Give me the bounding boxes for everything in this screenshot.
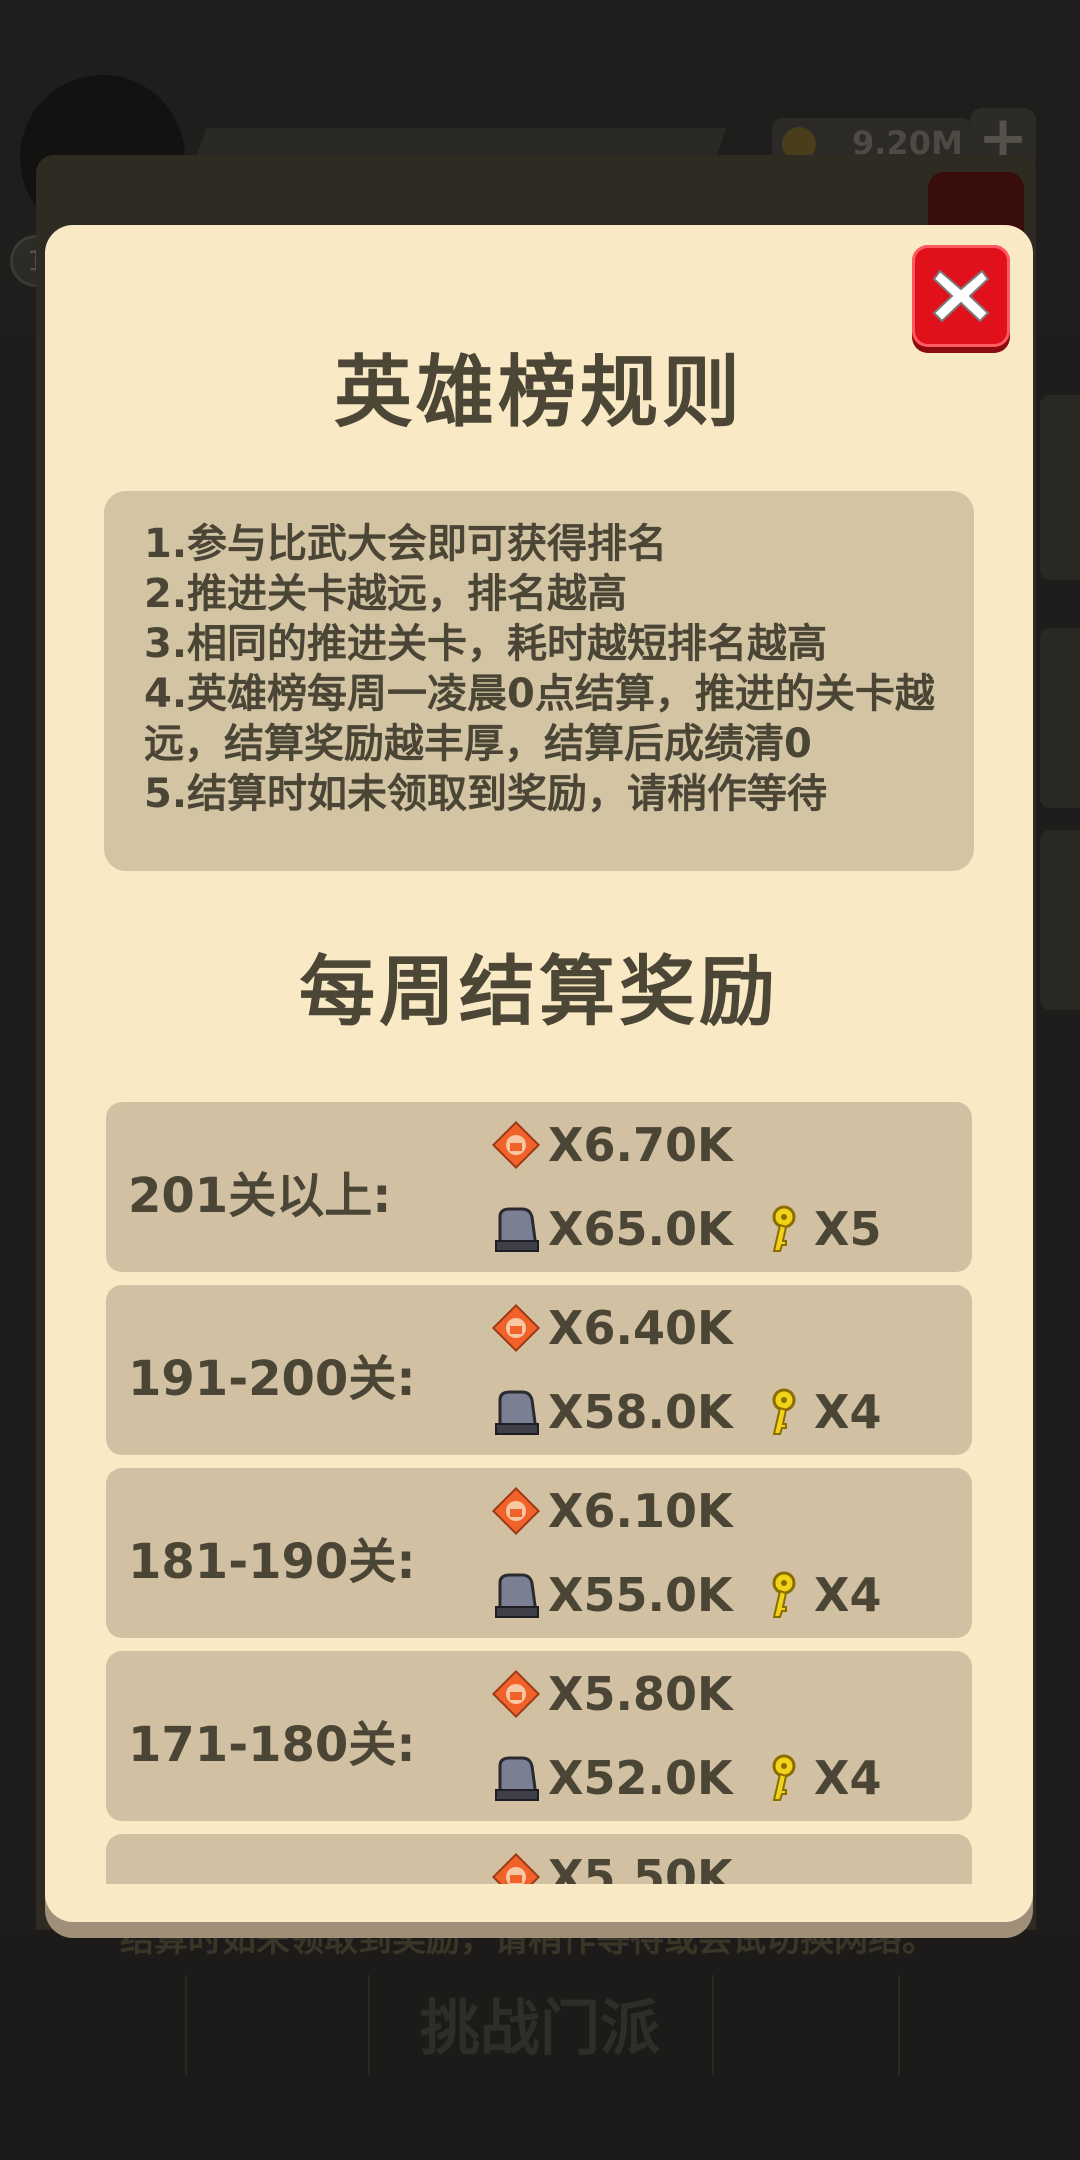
medal-amount: X6.40K [548, 1301, 733, 1355]
stone-amount: X52.0K [548, 1751, 733, 1805]
side-button-1 [1040, 395, 1080, 580]
medal-icon [491, 1303, 541, 1353]
key-amount: X4 [814, 1751, 882, 1805]
footer-title: 挑战门派 [420, 1994, 660, 2064]
rules-title: 英雄榜规则 [333, 348, 744, 438]
key-reward: X4 [756, 1566, 881, 1624]
stone-icon [495, 1390, 539, 1435]
key-reward: X5 [756, 1200, 881, 1258]
medal-icon [491, 1669, 541, 1719]
side-button-2 [1040, 628, 1080, 808]
stone-reward: X55.0K [490, 1566, 733, 1624]
stone-icon [495, 1756, 539, 1801]
reward-range-label: 191-200关: [128, 1351, 416, 1407]
rule-item: 5.结算时如未领取到奖励，请稍作等待 [144, 771, 828, 817]
reward-row: 171-180关: X5.80K X52.0K X4 [106, 1651, 972, 1821]
key-amount: X5 [814, 1202, 882, 1256]
reward-range-label: 181-190关: [128, 1534, 416, 1590]
rule-item: 2.推进关卡越远，排名越高 [144, 571, 628, 617]
footer-divider [368, 1975, 370, 2075]
medal-icon [491, 1852, 541, 1884]
reward-row: X5.50K [106, 1834, 972, 1884]
stone-reward: X65.0K [490, 1200, 733, 1258]
reward-range-label: 171-180关: [128, 1717, 416, 1773]
stone-icon [495, 1573, 539, 1618]
stone-reward: X52.0K [490, 1749, 733, 1807]
key-icon [772, 1571, 796, 1618]
close-icon [932, 269, 990, 323]
footer-divider [712, 1975, 714, 2075]
medal-icon [491, 1120, 541, 1170]
medal-icon [491, 1486, 541, 1536]
key-amount: X4 [814, 1568, 882, 1622]
medal-reward: X6.40K [490, 1299, 733, 1357]
rule-item: 3.相同的推进关卡，耗时越短排名越高 [144, 621, 828, 667]
stone-reward: X58.0K [490, 1383, 733, 1441]
reward-row: 201关以上: X6.70K X65.0K X5 [106, 1102, 972, 1272]
medal-amount: X6.70K [548, 1118, 733, 1172]
key-reward: X4 [756, 1383, 881, 1441]
reward-range-label: 201关以上: [128, 1168, 392, 1224]
weekly-rewards-title: 每周结算奖励 [299, 947, 779, 1036]
medal-amount: X5.50K [548, 1850, 733, 1884]
stone-amount: X55.0K [548, 1568, 733, 1622]
stone-icon [495, 1207, 539, 1252]
side-button-3 [1040, 830, 1080, 1010]
medal-amount: X6.10K [548, 1484, 733, 1538]
rule-item: 1.参与比武大会即可获得排名 [144, 521, 668, 567]
footer-divider [185, 1975, 187, 2075]
key-icon [772, 1205, 796, 1252]
rewards-list[interactable]: 201关以上: X6.70K X65.0K X5 191-200关: X6.40… [106, 1102, 974, 1884]
reward-row: 181-190关: X6.10K X55.0K X4 [106, 1468, 972, 1638]
medal-reward: X6.70K [490, 1116, 733, 1174]
medal-reward: X6.10K [490, 1482, 733, 1540]
medal-reward: X5.50K [490, 1848, 733, 1884]
key-reward: X4 [756, 1749, 881, 1807]
medal-reward: X5.80K [490, 1665, 733, 1723]
reward-row: 191-200关: X6.40K X58.0K X4 [106, 1285, 972, 1455]
key-amount: X4 [814, 1385, 882, 1439]
footer-divider [898, 1975, 900, 2075]
rule-item: 4.英雄榜每周一凌晨0点结算，推进的关卡越远，结算奖励越丰厚，结算后成绩清0 [144, 671, 935, 767]
medal-amount: X5.80K [548, 1667, 733, 1721]
key-icon [772, 1388, 796, 1435]
rules-text-box[interactable]: 1.参与比武大会即可获得排名 2.推进关卡越远，排名越高 3.相同的推进关卡，耗… [104, 491, 974, 871]
stone-amount: X65.0K [548, 1202, 733, 1256]
stone-amount: X58.0K [548, 1385, 733, 1439]
rules-list: 1.参与比武大会即可获得排名 2.推进关卡越远，排名越高 3.相同的推进关卡，耗… [144, 519, 944, 819]
key-icon [772, 1754, 796, 1801]
